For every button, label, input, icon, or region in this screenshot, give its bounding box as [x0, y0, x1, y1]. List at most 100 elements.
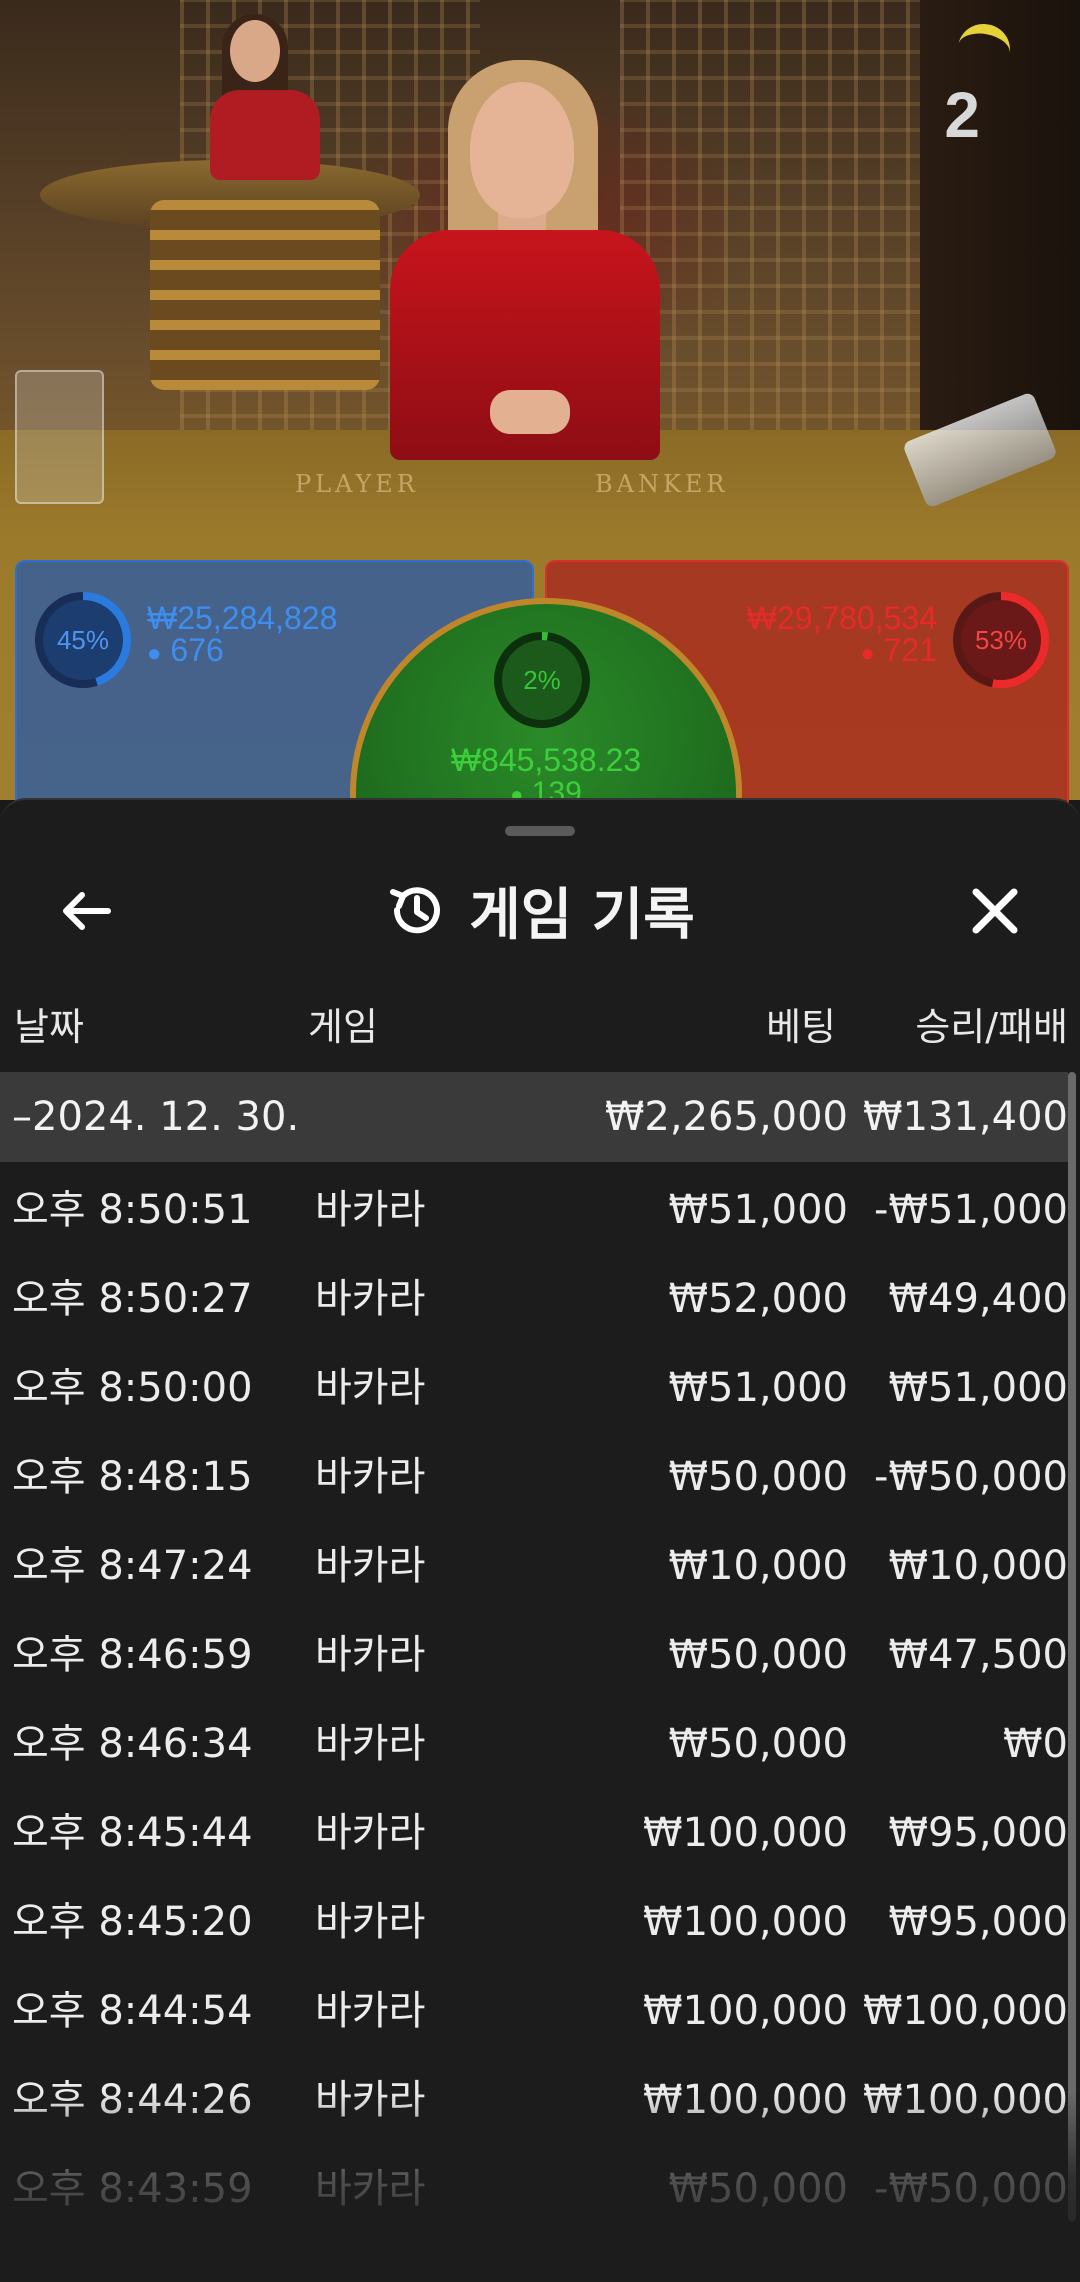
banker-percent-ring: 53% — [953, 592, 1049, 688]
row-win-loss: ₩49,400 — [888, 1276, 1068, 1322]
column-header-game: 게임 — [308, 1005, 378, 1049]
row-game: 바카라 — [315, 2077, 426, 2123]
table-label-player: PLAYER — [295, 470, 419, 498]
history-row[interactable]: 오후 8:44:26 바카라 ₩100,000 ₩100,000 — [0, 2056, 1068, 2145]
row-win-loss: ₩10,000 — [888, 1543, 1068, 1589]
group-total-bet: ₩2,265,000 — [604, 1094, 848, 1140]
group-total-win-loss: ₩131,400 — [863, 1094, 1068, 1140]
row-bet: ₩10,000 — [668, 1543, 848, 1589]
row-bet: ₩50,000 — [668, 1721, 848, 1767]
player-percent: 45% — [56, 624, 110, 655]
row-win-loss: ₩51,000 — [888, 1365, 1068, 1411]
row-bet: ₩52,000 — [668, 1276, 848, 1322]
row-time: 오후 8:50:27 — [12, 1276, 253, 1322]
row-bet: ₩50,000 — [668, 1632, 848, 1678]
game-history-sheet: 게임 기록 날짜 게임 베팅 승리/패배 –2024. 12. 30. ₩2,2… — [0, 798, 1080, 2282]
row-game: 바카라 — [315, 2166, 426, 2212]
row-time: 오후 8:48:15 — [12, 1454, 253, 1500]
history-row[interactable]: 오후 8:48:15 바카라 ₩50,000 -₩50,000 — [0, 1433, 1068, 1522]
row-game: 바카라 — [315, 1721, 426, 1767]
history-row[interactable]: 오후 8:46:59 바카라 ₩50,000 ₩47,500 — [0, 1611, 1068, 1700]
row-time: 오후 8:50:00 — [12, 1365, 253, 1411]
player-stats: ₩25,284,828 ● 676 — [147, 602, 337, 670]
row-bet: ₩100,000 — [643, 1810, 848, 1856]
row-game: 바카라 — [315, 1810, 426, 1856]
user-icon: ● — [860, 640, 875, 667]
row-time: 오후 8:44:26 — [12, 2077, 253, 2123]
drag-handle[interactable] — [505, 826, 575, 836]
history-row[interactable]: 오후 8:50:51 바카라 ₩51,000 -₩51,000 — [0, 1166, 1068, 1255]
column-header-bet: 베팅 — [766, 1005, 836, 1049]
row-win-loss: ₩95,000 — [888, 1899, 1068, 1945]
row-bet: ₩51,000 — [668, 1365, 848, 1411]
history-list: 오후 8:50:51 바카라 ₩51,000 -₩51,000 오후 8:50:… — [0, 1166, 1068, 2234]
history-row[interactable]: 오후 8:50:00 바카라 ₩51,000 ₩51,000 — [0, 1344, 1068, 1433]
row-time: 오후 8:46:59 — [12, 1632, 253, 1678]
banker-stats: ₩29,780,534 ● 721 — [747, 602, 937, 670]
tie-total-amount: ₩845,538.23 — [450, 742, 642, 778]
player-total-amount: ₩25,284,828 — [147, 600, 338, 636]
banker-user-count: ● 721 — [860, 632, 937, 668]
history-row[interactable]: 오후 8:44:54 바카라 ₩100,000 ₩100,000 — [0, 1967, 1068, 2056]
close-icon — [972, 888, 1018, 934]
date-group-row[interactable]: –2024. 12. 30. ₩2,265,000 ₩131,400 — [0, 1072, 1068, 1162]
banker-total-amount: ₩29,780,534 — [746, 600, 937, 636]
row-time: 오후 8:45:20 — [12, 1899, 253, 1945]
history-row[interactable]: 오후 8:46:34 바카라 ₩50,000 ₩0 — [0, 1700, 1068, 1789]
dealer — [370, 60, 690, 460]
row-game: 바카라 — [315, 1276, 426, 1322]
row-time: 오후 8:45:44 — [12, 1810, 253, 1856]
sheet-title-group: 게임 기록 — [0, 860, 1080, 960]
row-win-loss: ₩95,000 — [888, 1810, 1068, 1856]
banker-percent: 53% — [974, 624, 1028, 655]
table-label-banker: BANKER — [595, 470, 729, 498]
row-time: 오후 8:44:54 — [12, 1988, 253, 2034]
row-win-loss: -₩50,000 — [874, 2166, 1068, 2212]
row-win-loss: ₩0 — [1003, 1721, 1068, 1767]
row-time: 오후 8:43:59 — [12, 2166, 253, 2212]
round-counter: 2 — [944, 79, 980, 151]
close-button[interactable] — [950, 876, 1040, 946]
player-percent-ring: 45% — [35, 592, 131, 688]
row-game: 바카라 — [315, 1365, 426, 1411]
scrollbar[interactable] — [1068, 1072, 1076, 2222]
column-header-win-loss: 승리/패배 — [915, 1005, 1068, 1049]
row-game: 바카라 — [315, 1899, 426, 1945]
row-time: 오후 8:50:51 — [12, 1187, 253, 1233]
background-table-base — [150, 200, 380, 390]
history-row[interactable]: 오후 8:50:27 바카라 ₩52,000 ₩49,400 — [0, 1255, 1068, 1344]
history-row[interactable]: 오후 8:43:59 바카라 ₩50,000 -₩50,000 — [0, 2145, 1068, 2234]
row-game: 바카라 — [315, 1454, 426, 1500]
history-icon — [390, 887, 441, 934]
row-game: 바카라 — [315, 1988, 426, 2034]
row-bet: ₩100,000 — [643, 1988, 848, 2034]
row-bet: ₩100,000 — [643, 1899, 848, 1945]
tie-percent: 2% — [523, 664, 561, 695]
row-win-loss: ₩47,500 — [888, 1632, 1068, 1678]
page-title: 게임 기록 — [469, 882, 695, 948]
row-win-loss: ₩100,000 — [863, 2077, 1068, 2123]
card-discard-box — [15, 370, 104, 504]
history-row[interactable]: 오후 8:45:44 바카라 ₩100,000 ₩95,000 — [0, 1789, 1068, 1878]
row-win-loss: -₩51,000 — [874, 1187, 1068, 1233]
row-bet: ₩51,000 — [668, 1187, 848, 1233]
column-header-date: 날짜 — [14, 1005, 84, 1049]
row-time: 오후 8:46:34 — [12, 1721, 253, 1767]
row-bet: ₩50,000 — [668, 2166, 848, 2212]
row-time: 오후 8:47:24 — [12, 1543, 253, 1589]
player-user-count: ● 676 — [147, 632, 224, 668]
row-game: 바카라 — [315, 1187, 426, 1233]
history-row[interactable]: 오후 8:45:20 바카라 ₩100,000 ₩95,000 — [0, 1878, 1068, 1967]
row-bet: ₩50,000 — [668, 1454, 848, 1500]
user-icon: ● — [147, 640, 162, 667]
row-win-loss: ₩100,000 — [863, 1988, 1068, 2034]
history-row[interactable]: 오후 8:47:24 바카라 ₩10,000 ₩10,000 — [0, 1522, 1068, 1611]
background-dealer — [200, 14, 320, 180]
row-game: 바카라 — [315, 1543, 426, 1589]
row-bet: ₩100,000 — [643, 2077, 848, 2123]
group-date: –2024. 12. 30. — [12, 1094, 300, 1140]
row-win-loss: -₩50,000 — [874, 1454, 1068, 1500]
row-game: 바카라 — [315, 1632, 426, 1678]
sheet-header: 게임 기록 — [0, 860, 1080, 960]
tie-percent-ring: 2% — [494, 632, 590, 728]
